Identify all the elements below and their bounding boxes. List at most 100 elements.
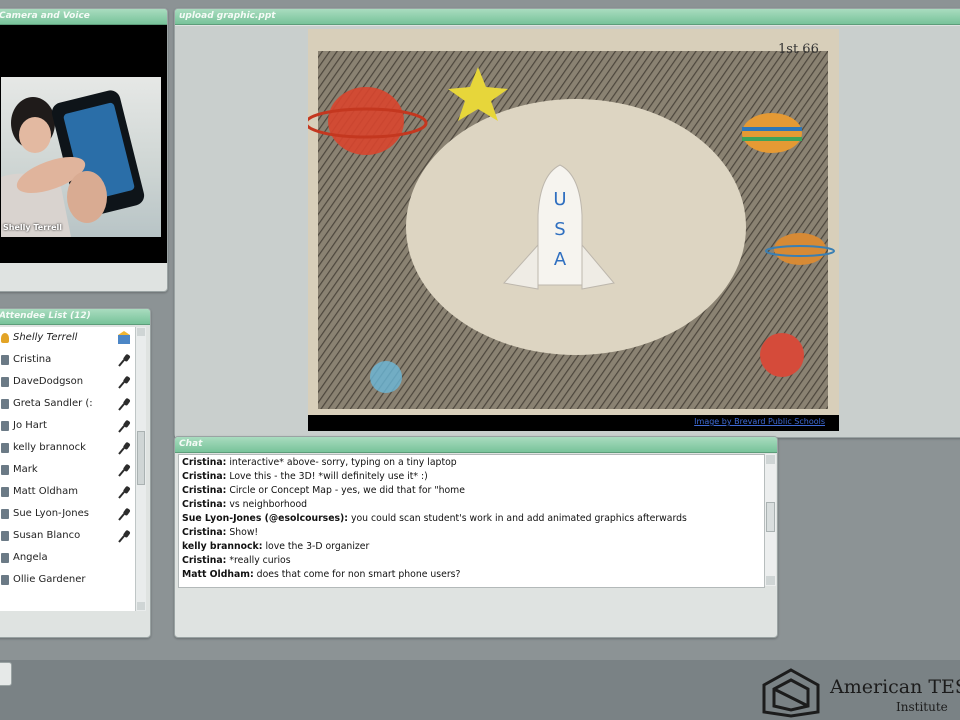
chat-sender: Cristina:	[182, 471, 227, 482]
participant-icon	[1, 575, 9, 585]
chat-message: Cristina: vs neighborhood	[182, 498, 307, 512]
org-logo-subtext: Institute	[896, 700, 948, 714]
attendee-name: Ollie Gardener	[13, 574, 86, 585]
chat-text: Love this - the 3D! *will definitely use…	[229, 471, 428, 482]
participant-icon	[1, 421, 9, 431]
attendee-name: DaveDodgson	[13, 376, 84, 387]
rocket-text-u: U	[553, 189, 566, 210]
chat-message: Cristina: *really curios	[182, 554, 291, 568]
attendee-scrollbar[interactable]	[135, 327, 146, 611]
space-drawing-illustration: U S A 1st 66	[308, 29, 839, 415]
scroll-down-arrow[interactable]	[137, 602, 145, 610]
chat-text: interactive* above- sorry, typing on a t…	[229, 457, 457, 468]
microphone-icon	[118, 354, 130, 367]
microphone-icon	[118, 486, 130, 499]
host-icon	[1, 333, 9, 343]
attendee-name: Susan Blanco	[13, 530, 81, 541]
image-credit-link[interactable]: Image by Brevard Public Schools	[694, 417, 825, 426]
attendee-row[interactable]: Jo Hart	[0, 415, 135, 437]
chat-pod-title: Chat	[175, 437, 777, 453]
chat-messages: Cristina: interactive* above- sorry, typ…	[178, 454, 765, 588]
chat-message: Cristina: Circle or Concept Map - yes, w…	[182, 484, 465, 498]
logo-mark-icon	[762, 668, 820, 718]
participant-icon	[1, 487, 9, 497]
share-pod: upload graphic.ppt U S A 1st 66 Image by…	[174, 8, 960, 438]
attendee-name: Jo Hart	[13, 420, 47, 431]
microphone-icon	[118, 376, 130, 389]
scroll-thumb[interactable]	[766, 502, 775, 532]
chat-message: Cristina: interactive* above- sorry, typ…	[182, 456, 457, 470]
chat-message: Cristina: Love this - the 3D! *will defi…	[182, 470, 428, 484]
chat-sender: Cristina:	[182, 555, 227, 566]
attendee-row[interactable]: Greta Sandler (:	[0, 393, 135, 415]
chat-text: *really curios	[229, 555, 291, 566]
chat-sender: Matt Oldham:	[182, 569, 254, 580]
chat-sender: Cristina:	[182, 499, 227, 510]
attendee-row[interactable]: kelly brannock	[0, 437, 135, 459]
scroll-down-arrow[interactable]	[766, 576, 775, 585]
chat-sender: Cristina:	[182, 457, 227, 468]
scroll-up-arrow[interactable]	[137, 328, 145, 336]
chat-text: vs neighborhood	[229, 499, 308, 510]
attendee-row[interactable]: Cristina	[0, 349, 135, 371]
host-status-icon	[118, 331, 130, 344]
attendee-name: Mark	[13, 464, 38, 475]
attendee-name: Sue Lyon-Jones	[13, 508, 89, 519]
attendee-row[interactable]: Sue Lyon-Jones	[0, 503, 135, 525]
attendee-row[interactable]: Shelly Terrell	[0, 327, 135, 349]
speaker-name-label: Shelly Terrell	[3, 223, 62, 232]
attendee-row[interactable]: Matt Oldham	[0, 481, 135, 503]
attendee-row[interactable]: DaveDodgson	[0, 371, 135, 393]
participant-icon	[1, 553, 9, 563]
microphone-icon	[118, 508, 130, 521]
participant-icon	[1, 355, 9, 365]
chat-message: Matt Oldham: does that come for non smar…	[182, 568, 460, 582]
microphone-icon	[118, 464, 130, 477]
attendee-name: Cristina	[13, 354, 52, 365]
chat-text: Show!	[229, 527, 259, 538]
participant-icon	[1, 377, 9, 387]
attendee-name: Angela	[13, 552, 48, 563]
chat-text: Circle or Concept Map - yes, we did that…	[229, 485, 465, 496]
attendee-row[interactable]: Ollie Gardener	[0, 569, 135, 591]
participant-icon	[1, 399, 9, 409]
microphone-icon	[118, 530, 130, 543]
rocket-text-s: S	[554, 219, 565, 240]
share-pod-title: upload graphic.ppt	[175, 9, 960, 25]
chat-scrollbar[interactable]	[764, 454, 776, 586]
presenter-illustration	[1, 90, 145, 237]
chat-message: Cristina: Show!	[182, 526, 258, 540]
microphone-icon	[118, 442, 130, 455]
chat-message: Sue Lyon-Jones (@esolcourses): you could…	[182, 512, 687, 526]
chat-sender: Cristina:	[182, 527, 227, 538]
webcam-image: Shelly Terrell	[1, 77, 161, 237]
collapse-tab-button[interactable]	[0, 662, 12, 686]
scroll-up-arrow[interactable]	[766, 455, 775, 464]
org-logo-text: American TESO	[830, 676, 960, 698]
attendee-name: kelly brannock	[13, 442, 86, 453]
attendee-name: Shelly Terrell	[13, 332, 78, 343]
camera-voice-pod: Camera and Voice Shelly Terrell	[0, 8, 168, 292]
chat-sender: kelly brannock:	[182, 541, 263, 552]
video-feed[interactable]: Shelly Terrell	[0, 25, 167, 263]
rocket-text-a: A	[554, 249, 567, 270]
image-credit-bar: Image by Brevard Public Schools	[308, 415, 839, 431]
attendee-row[interactable]: Mark	[0, 459, 135, 481]
participant-icon	[1, 443, 9, 453]
shared-drawing: U S A 1st 66	[308, 29, 839, 415]
chat-pod: Chat Cristina: interactive* above- sorry…	[174, 436, 778, 638]
participant-icon	[1, 509, 9, 519]
chat-text: does that come for non smart phone users…	[256, 569, 461, 580]
attendee-row[interactable]: Susan Blanco	[0, 525, 135, 547]
scroll-thumb[interactable]	[137, 431, 145, 485]
camera-pod-title: Camera and Voice	[0, 9, 167, 25]
drawing-corner-text: 1st 66	[778, 42, 819, 57]
chat-text: love the 3-D organizer	[265, 541, 370, 552]
microphone-icon	[118, 398, 130, 411]
attendee-name: Greta Sandler (:	[13, 398, 93, 409]
chat-message: kelly brannock: love the 3-D organizer	[182, 540, 369, 554]
attendee-row[interactable]: Angela	[0, 547, 135, 569]
participant-icon	[1, 531, 9, 541]
microphone-icon	[118, 420, 130, 433]
participant-icon	[1, 465, 9, 475]
